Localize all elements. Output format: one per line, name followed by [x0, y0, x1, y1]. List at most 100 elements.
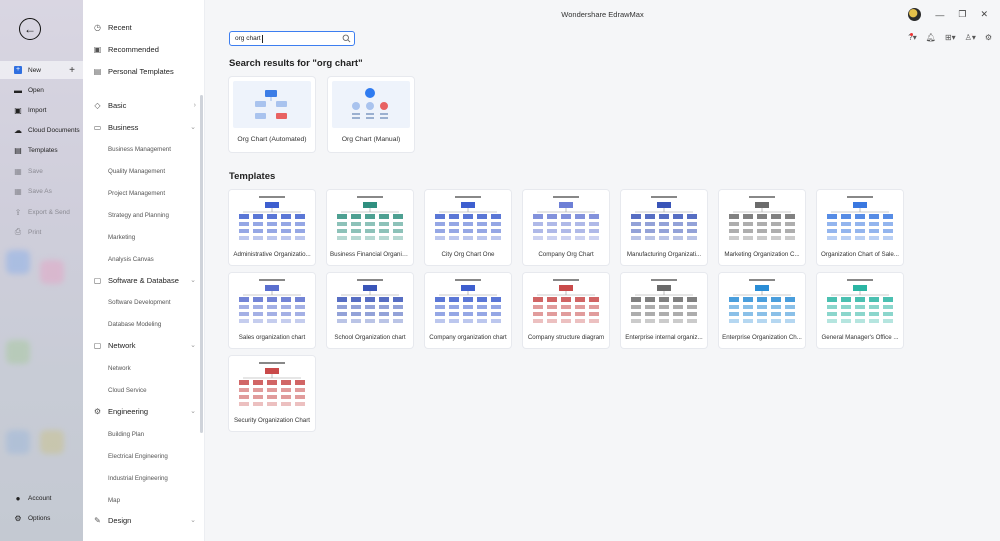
subcategory-database-modeling[interactable]: Database Modeling [108, 321, 161, 328]
subcategory-project-management[interactable]: Project Management [108, 190, 165, 197]
bell-icon[interactable]: 🔔︎ [926, 33, 936, 42]
rail-item-save-as[interactable]: ▦ Save As [0, 182, 83, 200]
template-thumbnail [327, 273, 413, 329]
category-label: Software & Database [108, 275, 179, 285]
org-chart-manual-card[interactable]: Org Chart (Manual) [328, 77, 414, 152]
shirt-icon[interactable]: ♙▾ [965, 33, 976, 42]
org-chart-automated-card[interactable]: Org Chart (Automated) [229, 77, 315, 152]
template-card[interactable]: Company structure diagram [523, 273, 609, 348]
subcategory-industrial-engineering[interactable]: Industrial Engineering [108, 475, 168, 482]
search-icon[interactable] [342, 34, 351, 43]
subcategory-analysis-canvas[interactable]: Analysis Canvas [108, 256, 154, 263]
rail-item-import[interactable]: ▣ Import [0, 101, 83, 119]
restore-icon[interactable]: ❐ [958, 9, 966, 20]
rail-item-account[interactable]: ● Account [0, 489, 83, 507]
rail-item-new[interactable]: + New + [0, 61, 83, 79]
chevron-down-icon: ⌄ [190, 342, 196, 349]
plus-icon[interactable]: + [69, 65, 75, 76]
blurred-bg [6, 430, 30, 454]
templates-icon: ▤ [14, 145, 22, 155]
subcategory-network[interactable]: Network [108, 365, 131, 372]
sidebar-scrollbar[interactable] [200, 95, 203, 433]
chevron-down-icon: ⌄ [190, 408, 196, 415]
rail-item-cloud-documents[interactable]: ☁ Cloud Documents [0, 121, 83, 139]
category-label: Design [108, 515, 132, 525]
template-card[interactable]: Enterprise internal organiz... [621, 273, 707, 348]
gear-icon[interactable]: ⚙ [985, 33, 992, 42]
rail-item-export-send[interactable]: ⇪ Export & Send [0, 203, 83, 221]
help-icon[interactable]: ?▾ [908, 33, 917, 42]
rail-item-print[interactable]: ⎙ Print [0, 223, 83, 241]
software-icon: ▢ [93, 275, 102, 285]
template-thumbnail [817, 273, 903, 329]
template-label: Company structure diagram [527, 334, 605, 341]
sidebar-item-recent[interactable]: ◷ Recent [93, 19, 196, 35]
subcategory-marketing[interactable]: Marketing [108, 234, 135, 241]
org-chart-manual-illustration [352, 88, 388, 119]
template-card[interactable]: Business Financial Organiz... [327, 190, 413, 265]
back-arrow-icon[interactable]: ← [19, 18, 41, 40]
template-label: Marketing Organization C... [724, 251, 800, 258]
business-icon: ▭ [93, 122, 102, 132]
subcategory-cloud-service[interactable]: Cloud Service [108, 387, 147, 394]
rail-item-label: Account [28, 494, 52, 502]
rail-item-save[interactable]: ▦ Save [0, 162, 83, 180]
category-design[interactable]: ✎ Design ⌄ [93, 512, 196, 528]
subcategory-electrical-engineering[interactable]: Electrical Engineering [108, 453, 168, 460]
search-input[interactable]: org chart [229, 31, 355, 46]
gear-icon: ⚙ [14, 513, 22, 523]
export-icon: ⇪ [14, 207, 22, 217]
template-card[interactable]: Marketing Organization C... [719, 190, 805, 265]
template-card[interactable]: Administrative Organizatio... [229, 190, 315, 265]
category-business[interactable]: ▭ Business ⌄ [93, 119, 196, 135]
rail-item-open[interactable]: ▬ Open [0, 81, 83, 99]
subcategory-map[interactable]: Map [108, 497, 120, 504]
category-engineering[interactable]: ⚙ Engineering ⌄ [93, 403, 196, 419]
subcategory-business-management[interactable]: Business Management [108, 146, 171, 153]
template-card[interactable]: Manufacturing Organizati... [621, 190, 707, 265]
template-card[interactable]: School Organization chart [327, 273, 413, 348]
template-card[interactable]: Organization Chart of Sale... [817, 190, 903, 265]
template-label: Company Org Chart [538, 251, 594, 258]
close-icon[interactable]: ✕ [980, 9, 988, 20]
template-card[interactable]: Company Org Chart [523, 190, 609, 265]
category-basic[interactable]: ◇ Basic › [93, 97, 196, 113]
engineering-icon: ⚙ [93, 406, 102, 416]
subcategory-quality-management[interactable]: Quality Management [108, 168, 165, 175]
clock-icon: ◷ [94, 22, 101, 32]
templates-title: Templates [229, 171, 276, 182]
template-label: General Manager's Office ... [821, 334, 899, 341]
template-card[interactable]: Enterprise Organization Ch... [719, 273, 805, 348]
sidebar-item-recommended[interactable]: ▣ Recommended [93, 41, 196, 57]
search-input-value: org chart [235, 35, 261, 42]
subcategory-software-development[interactable]: Software Development [108, 299, 171, 306]
apps-icon[interactable]: ⊞▾ [945, 33, 956, 42]
template-card[interactable]: Sales organization chart [229, 273, 315, 348]
category-software-database[interactable]: ▢ Software & Database ⌄ [93, 272, 196, 288]
subcategory-strategy-planning[interactable]: Strategy and Planning [108, 212, 169, 219]
rail-item-label: New [28, 66, 42, 74]
template-card[interactable]: Security Organization Chart [229, 356, 315, 431]
rail-item-label: Save As [28, 187, 52, 195]
template-thumbnail [621, 273, 707, 329]
network-icon: ▢ [93, 340, 102, 350]
rail-item-label: Print [28, 228, 42, 236]
template-card[interactable]: Company organization chart [425, 273, 511, 348]
card-label: Org Chart (Automated) [237, 136, 307, 143]
category-network[interactable]: ▢ Network ⌄ [93, 337, 196, 353]
rail-item-label: Export & Send [28, 208, 70, 216]
template-card[interactable]: General Manager's Office ... [817, 273, 903, 348]
avatar[interactable] [908, 8, 922, 21]
chevron-right-icon: › [193, 101, 196, 109]
rail-item-options[interactable]: ⚙ Options [0, 509, 83, 527]
chevron-down-icon: ⌄ [190, 517, 196, 524]
sidebar-item-personal-templates[interactable]: ▤ Personal Templates [93, 63, 196, 79]
template-label: Enterprise internal organiz... [625, 334, 703, 341]
subcategory-building-plan[interactable]: Building Plan [108, 431, 144, 438]
template-label: Manufacturing Organizati... [626, 251, 702, 258]
rail-item-templates[interactable]: ▤ Templates [0, 141, 83, 159]
template-card[interactable]: City Org Chart One [425, 190, 511, 265]
minimize-icon[interactable]: — [935, 10, 944, 20]
template-thumbnail [523, 190, 609, 246]
basic-icon: ◇ [94, 100, 101, 110]
